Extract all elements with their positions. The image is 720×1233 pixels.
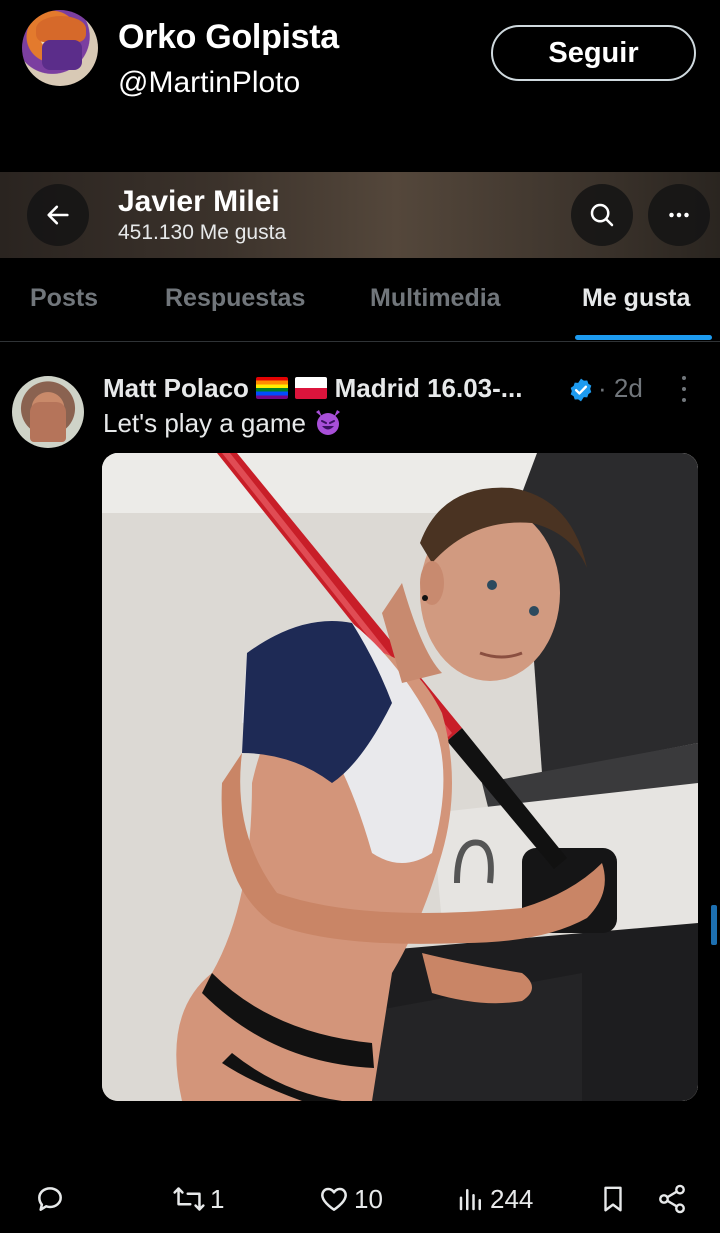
tweet-action-bar: 1 10 244 xyxy=(0,1170,720,1230)
verified-badge-icon xyxy=(570,378,592,402)
dot-icon xyxy=(682,387,686,391)
search-icon xyxy=(590,203,614,227)
tab-multimedia[interactable]: Multimedia xyxy=(370,284,501,313)
avatar-figure xyxy=(30,402,66,442)
tweet-author-name-part1: Matt Polaco xyxy=(103,373,249,403)
like-button[interactable]: 10 xyxy=(318,1170,383,1228)
reply-icon xyxy=(38,1187,62,1211)
tweet-text: Let's play a game xyxy=(103,408,343,439)
profile-tabs: Posts Respuestas Multimedia Me gusta xyxy=(0,258,720,342)
share-icon xyxy=(659,1184,685,1214)
author-name[interactable]: Orko Golpista xyxy=(118,18,339,57)
author-handle[interactable]: @MartinPloto xyxy=(118,66,300,100)
more-options-button[interactable] xyxy=(648,184,710,246)
rainbow-flag-icon xyxy=(256,377,289,399)
dot-icon xyxy=(682,398,686,402)
avatar[interactable] xyxy=(22,10,98,86)
arrow-left-icon xyxy=(47,205,69,225)
search-button[interactable] xyxy=(571,184,633,246)
tab-posts[interactable]: Posts xyxy=(30,284,98,313)
smiling-devil-emoji-icon xyxy=(316,410,341,435)
tweet-author-name-part2: Madrid 16.03-... xyxy=(334,373,523,403)
like-count: 10 xyxy=(354,1183,383,1214)
views-button[interactable]: 244 xyxy=(456,1170,533,1228)
scrollbar-thumb[interactable] xyxy=(711,905,717,945)
retweet-button[interactable]: 1 xyxy=(172,1170,224,1228)
tweet-timestamp[interactable]: · 2d xyxy=(598,373,643,404)
bar-chart-icon xyxy=(459,1189,481,1211)
avatar-face xyxy=(42,40,82,70)
back-button[interactable] xyxy=(27,184,89,246)
follow-button[interactable]: Seguir xyxy=(491,25,696,81)
views-count: 244 xyxy=(490,1183,534,1214)
photo-illustration xyxy=(102,453,698,1101)
heart-icon xyxy=(321,1187,347,1211)
tweet-author-avatar[interactable] xyxy=(12,376,84,448)
tab-respuestas[interactable]: Respuestas xyxy=(165,284,305,313)
dot-icon xyxy=(682,376,686,380)
bookmark-button[interactable] xyxy=(598,1170,628,1228)
retweet-icon xyxy=(173,1187,205,1211)
active-tab-indicator xyxy=(575,335,712,340)
outer-tweet-header: Orko Golpista @MartinPloto Seguir xyxy=(0,0,720,172)
avatar-hat xyxy=(36,16,86,42)
tweet-more-button[interactable] xyxy=(674,376,694,402)
reply-button[interactable] xyxy=(34,1170,70,1228)
profile-header-bar: Javier Milei 451.130 Me gusta xyxy=(0,172,720,258)
tweet-author-name[interactable]: Matt Polaco Madrid 16.03-... xyxy=(103,373,522,404)
tweet-text-content: Let's play a game xyxy=(103,408,306,438)
ellipsis-icon xyxy=(669,212,689,218)
retweet-count: 1 xyxy=(210,1183,225,1214)
tweet-media-image[interactable] xyxy=(102,453,698,1101)
profile-name: Javier Milei xyxy=(118,185,280,218)
poland-flag-icon xyxy=(295,377,328,399)
share-button[interactable] xyxy=(656,1170,688,1228)
tab-me-gusta[interactable]: Me gusta xyxy=(582,284,690,313)
profile-likes-count: 451.130 Me gusta xyxy=(118,221,287,244)
bookmark-icon xyxy=(604,1186,622,1212)
